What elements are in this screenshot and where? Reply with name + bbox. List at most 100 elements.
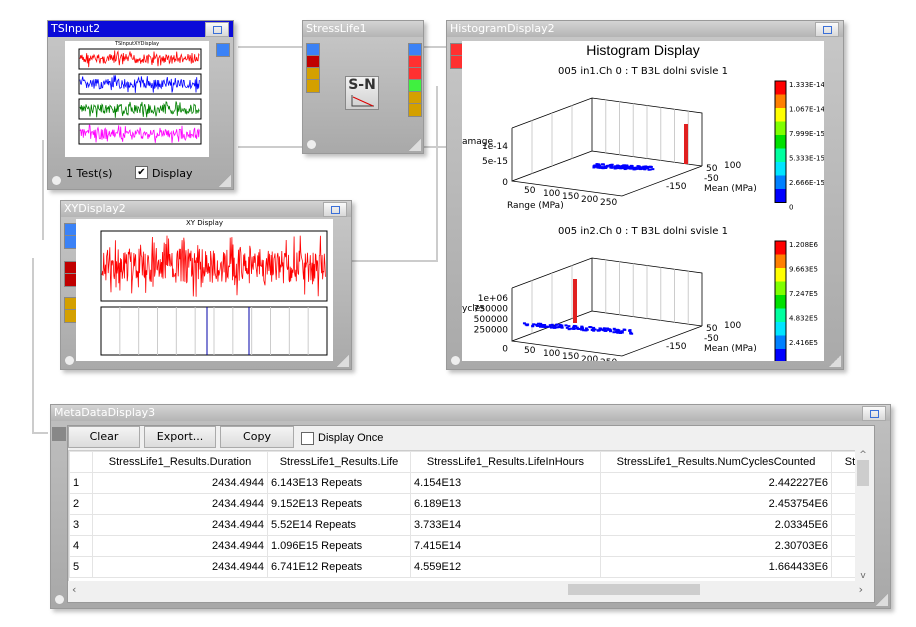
connection-wire (436, 86, 438, 262)
maximize-button[interactable] (205, 22, 229, 37)
y-tick-label: 50 (706, 324, 718, 334)
window-title[interactable]: StressLife1 (303, 21, 423, 37)
z-tick-label: 5e-15 (482, 157, 508, 167)
table-cell: 7.415E14 (410, 535, 601, 557)
connection-wire (42, 140, 44, 240)
maximize-button[interactable] (323, 202, 347, 217)
tsinput-window[interactable]: TSInput2 TSInputXYDisplay 1 Test(s) ✔ Di… (47, 20, 234, 190)
x-tick-label: 250 (600, 198, 617, 208)
column-header[interactable]: StressLife1_Results.LifeInHours (410, 451, 601, 473)
histogram-window[interactable]: HistogramDisplay2 Histogram Display 005 … (446, 20, 844, 370)
histogram-bin (622, 328, 626, 331)
window-title[interactable]: MetaDataDisplay3 (51, 405, 890, 421)
histogram-plot: Histogram Display 005 in1.Ch 0 : T B3L d… (462, 41, 824, 361)
colorbar-label: 5.333E-15 (789, 155, 824, 163)
sn-icon-label: S-N (348, 77, 376, 93)
histogram-bin (603, 328, 607, 331)
scroll-left-icon[interactable]: ‹ (72, 583, 76, 596)
output-port[interactable] (216, 43, 230, 57)
input-port[interactable] (52, 427, 66, 441)
table-row[interactable]: 3 2434.4944 5.52E14 Repeats 3.733E14 2.03345… (69, 514, 856, 536)
horizontal-scrollbar[interactable]: ‹ › (68, 581, 871, 598)
table-row[interactable]: 5 2434.4944 6.741E12 Repeats 4.559E12 1.6644… (69, 556, 856, 578)
xydisplay-window[interactable]: XYDisplay2 XY Display (60, 200, 352, 370)
status-indicator (65, 356, 74, 365)
x-tick-label: 100 (543, 189, 560, 199)
scrollbar-thumb[interactable] (568, 584, 700, 595)
histogram-bin (623, 168, 627, 171)
histogram-bin (555, 326, 559, 329)
resize-grip[interactable] (219, 175, 231, 187)
resize-grip[interactable] (337, 355, 349, 367)
table-row[interactable]: 1 2434.4944 6.143E13 Repeats 4.154E13 2.4422… (69, 472, 856, 494)
table-row[interactable]: 2 2434.4944 9.152E13 Repeats 6.189E13 2.4537… (69, 493, 856, 515)
histogram-bin (610, 163, 614, 166)
histogram-bin (531, 324, 535, 327)
x-tick-label: 50 (524, 186, 536, 196)
display-once-checkbox[interactable] (301, 432, 314, 445)
colorbar-segment (775, 162, 786, 176)
histogram-bin (614, 167, 618, 170)
scroll-right-icon[interactable]: › (859, 583, 863, 596)
histogram-bin (621, 165, 625, 168)
table-cell: 2434.4944 (92, 556, 268, 578)
display-label: Display (152, 167, 193, 180)
x-tick-label: 150 (562, 352, 579, 361)
y-tick-label: -150 (666, 342, 687, 352)
colorbar-label: 7.999E-15 (789, 130, 824, 138)
histogram-bin (596, 329, 600, 332)
histogram-bin (588, 326, 592, 329)
column-header[interactable]: StressLife1_Results.NumCyclesCounted (600, 451, 832, 473)
histogram-bin (635, 167, 639, 170)
x-tick-label: 200 (581, 355, 598, 361)
histogram-bin (538, 325, 542, 328)
column-header[interactable]: StressLife1_Results.Duration (92, 451, 268, 473)
scroll-down-icon[interactable]: v (855, 571, 871, 581)
stresslife-window[interactable]: StressLife1 S-N (302, 20, 424, 154)
input-port[interactable] (306, 79, 320, 93)
window-title[interactable]: XYDisplay2 (61, 201, 351, 217)
plot-subtitle: 005 in2.Ch 0 : T B3L dolni svisle 1 (558, 226, 728, 237)
table-cell: 2434.4944 (92, 535, 268, 557)
window-title[interactable]: HistogramDisplay2 (447, 21, 843, 37)
scroll-up-icon[interactable]: ^ (855, 450, 871, 460)
table-scroll-area[interactable]: StressLife1_Results.Duration StressLife1_… (68, 450, 857, 583)
vertical-scrollbar[interactable]: ^ v (855, 450, 871, 581)
resize-grip[interactable] (409, 139, 421, 151)
clear-button[interactable]: Clear (68, 426, 140, 448)
maximize-button[interactable] (815, 22, 839, 37)
table-cell (831, 493, 856, 515)
y-tick-label: -50 (704, 174, 719, 184)
table-cell: 5.52E14 Repeats (267, 514, 411, 536)
resize-grip[interactable] (829, 355, 841, 367)
column-header[interactable]: St (831, 451, 856, 473)
display-checkbox[interactable]: ✔ (135, 166, 148, 179)
column-header[interactable]: StressLife1_Results.Life (267, 451, 411, 473)
table-row[interactable]: 4 2434.4944 1.096E15 Repeats 7.415E14 2.3070… (69, 535, 856, 557)
colorbar-label: 2.416E5 (789, 339, 818, 347)
histogram-bin (648, 165, 652, 168)
table-cell (831, 556, 856, 578)
table-cell: 6.741E12 Repeats (267, 556, 411, 578)
y-tick-label: 100 (724, 161, 741, 171)
colorbar-label: 0 (789, 204, 793, 212)
copy-button[interactable]: Copy (220, 426, 294, 448)
colorbar-label: 9.663E5 (789, 266, 818, 274)
status-indicator (451, 356, 460, 365)
scrollbar-thumb[interactable] (857, 460, 869, 486)
table-cell: 2 (69, 493, 93, 515)
export-button[interactable]: Export... (144, 426, 216, 448)
metadata-table: StressLife1_Results.Duration StressLife1_… (69, 451, 856, 578)
colorbar-segment (775, 94, 786, 108)
x-tick-label: 50 (524, 346, 536, 356)
maximize-button[interactable] (862, 406, 886, 421)
resize-grip[interactable] (876, 594, 888, 606)
column-header[interactable] (69, 451, 93, 473)
y-tick-label: 100 (724, 321, 741, 331)
colorbar-segment (775, 108, 786, 122)
histogram-bin (558, 325, 562, 328)
colorbar-segment (775, 241, 786, 255)
y-axis-label: Mean (MPa) (704, 344, 757, 354)
output-port[interactable] (408, 103, 422, 117)
plot-title: XY Display (185, 219, 224, 227)
